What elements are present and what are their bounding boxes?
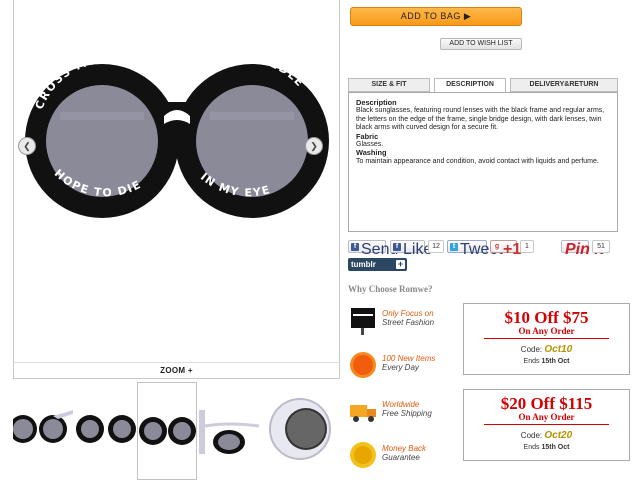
tab-size-fit[interactable]: SIZE & FIT <box>348 78 430 92</box>
thumbnail-1[interactable] <box>13 382 73 480</box>
add-to-wish-list-button[interactable]: ADD TO WISH LIST <box>440 38 522 50</box>
tab-description[interactable]: DESCRIPTION <box>434 78 506 93</box>
feature-line-1: Money Back <box>382 444 427 453</box>
facebook-icon: f <box>351 243 359 251</box>
facebook-icon: f <box>393 243 401 251</box>
feature-money-back: Money Back Guarantee <box>348 440 458 470</box>
coupon-code-row: Code: Oct10 <box>464 344 629 355</box>
plus-icon: + <box>396 259 405 269</box>
play-arrow-icon: ▶ <box>463 11 472 21</box>
facebook-send-button[interactable]: f Send <box>348 240 398 258</box>
product-main-image[interactable]: CROSS MY HEART STICK A NEEDLE HOPE TO DI… <box>13 0 340 363</box>
sunglasses-image: CROSS MY HEART STICK A NEEDLE HOPE TO DI… <box>25 52 329 218</box>
product-tabs: SIZE & FIT DESCRIPTION DELIVERY&RETURN <box>348 78 618 93</box>
new-badge-icon <box>350 352 376 378</box>
thumbnail-5[interactable] <box>262 382 332 480</box>
coupon-ends-date: 15th Oct <box>541 444 570 451</box>
thumbnail-4[interactable] <box>199 382 259 480</box>
facebook-like-button[interactable]: f Like <box>390 240 432 258</box>
plus-one-label: +1 <box>503 241 522 258</box>
tumblr-button[interactable]: tumblr + <box>348 258 407 271</box>
coupon-code: Oct10 <box>544 344 573 355</box>
coupon-10-off[interactable]: $10 Off $75 On Any Order Code: Oct10 End… <box>463 303 630 375</box>
coupon-subtitle: On Any Order <box>518 326 575 336</box>
truck-icon <box>350 405 376 422</box>
tweet-button[interactable]: t Tweet <box>447 240 503 258</box>
description-heading: Description <box>356 98 397 107</box>
coupon-title: $20 Off $115 <box>500 394 593 413</box>
why-choose-title: Why Choose Romwe? <box>348 284 433 294</box>
google-plus-one-button[interactable]: g +1 <box>490 240 521 258</box>
coupon-title: $10 Off $75 <box>504 308 589 327</box>
feature-line-1: Worldwide <box>382 400 420 409</box>
thumbnail-image <box>199 410 259 454</box>
product-page: CROSS MY HEART STICK A NEEDLE HOPE TO DI… <box>0 0 640 484</box>
description-panel: Description Black sunglasses, featuring … <box>348 92 618 232</box>
coupon-20-off[interactable]: $20 Off $115 On Any Order Code: Oct20 En… <box>463 389 630 461</box>
coupon-code-row: Code: Oct20 <box>464 430 629 441</box>
thumbnail-2[interactable] <box>76 382 136 480</box>
add-to-bag-label: ADD TO BAG <box>400 11 461 21</box>
chevron-left-icon[interactable]: ❮ <box>18 137 36 155</box>
feature-new-items: 100 New Items Every Day <box>348 350 458 380</box>
plus-one-count: 1 <box>520 240 534 253</box>
coupon-ends-label: Ends <box>523 358 540 365</box>
coupon-ends-date: 15th Oct <box>541 358 570 365</box>
google-plus-icon: g <box>493 243 501 251</box>
thumbnail-image <box>13 410 73 443</box>
description-text: Black sunglasses, featuring round lenses… <box>356 107 605 132</box>
feature-line-2: Every Day <box>382 363 419 372</box>
thumbnail-3-selected[interactable] <box>137 382 197 480</box>
washing-heading: Washing <box>356 148 387 158</box>
coupon-ends-label: Ends <box>523 444 540 451</box>
coupon-ends-row: Ends 15th Oct <box>464 358 629 365</box>
fashion-street-sign-icon <box>351 308 375 335</box>
fabric-text: Glasses. <box>356 141 384 149</box>
coupon-divider <box>484 338 609 339</box>
like-count: 12 <box>428 240 444 253</box>
pin-count: 51 <box>592 240 610 253</box>
feature-text: Money Back Guarantee <box>382 444 426 462</box>
tab-delivery-return[interactable]: DELIVERY&RETURN <box>510 78 618 92</box>
add-to-bag-button[interactable]: ADD TO BAG ▶ <box>350 7 522 26</box>
feature-text: Worldwide Free Shipping <box>382 400 432 418</box>
feature-line-2: Street Fashion <box>382 318 435 327</box>
tumblr-label: tumblr <box>351 260 376 269</box>
chevron-right-icon[interactable]: ❯ <box>305 137 323 155</box>
feature-free-shipping: Worldwide Free Shipping <box>348 396 458 426</box>
feature-text: Only Focus on Street Fashion <box>382 309 434 327</box>
thirty-day-badge-icon <box>350 442 376 468</box>
twitter-icon: t <box>450 243 458 251</box>
feature-street-fashion: Only Focus on Street Fashion <box>348 305 458 335</box>
feature-line-2: Free Shipping <box>382 409 432 418</box>
feature-line-2: Guarantee <box>382 453 420 462</box>
thumbnail-strip <box>13 380 340 484</box>
pinit-button[interactable]: Pin it <box>561 240 604 258</box>
feature-line-1: Only Focus on <box>382 309 434 318</box>
zoom-button[interactable]: ZOOM + <box>13 362 340 379</box>
feature-line-1: 100 New Items <box>382 354 436 363</box>
washing-text: To maintain appearance and condition, av… <box>356 157 599 165</box>
thumbnail-image <box>269 398 331 460</box>
coupon-divider <box>484 424 609 425</box>
coupon-ends-row: Ends 15th Oct <box>464 444 629 451</box>
coupon-subtitle: On Any Order <box>518 412 575 422</box>
fabric-heading: Fabric <box>356 131 379 141</box>
thumbnail-image <box>139 417 196 445</box>
thumbnail-image <box>76 415 136 443</box>
coupon-code: Oct20 <box>544 430 573 441</box>
coupon-code-label: Code: <box>520 345 543 354</box>
coupon-code-label: Code: <box>520 431 543 440</box>
feature-text: 100 New Items Every Day <box>382 354 435 372</box>
